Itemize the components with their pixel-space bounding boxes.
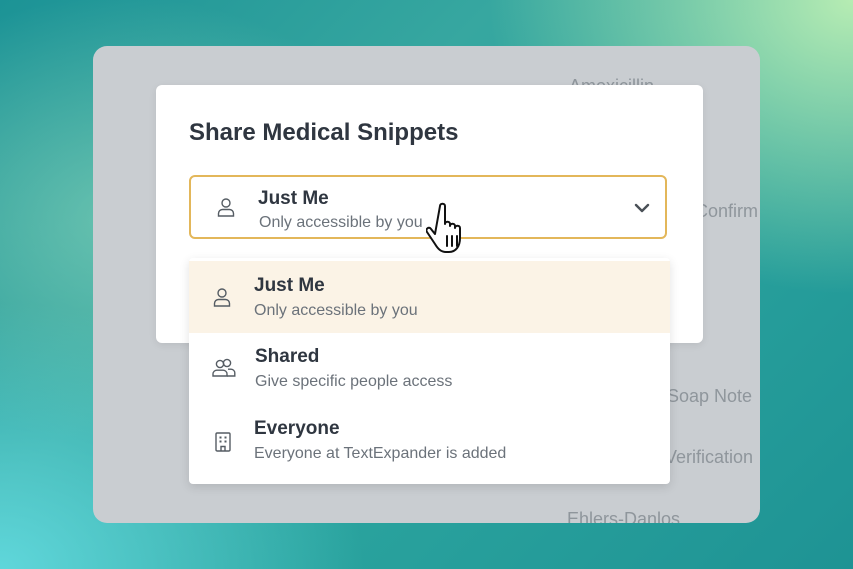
chevron-down-icon[interactable] [633,199,651,217]
background-item: Confirm [695,201,759,221]
option-description: Give specific people access [255,373,453,390]
person-icon [215,196,237,218]
person-icon [211,286,233,308]
option-description: Everyone at TextExpander is added [254,445,507,462]
sharing-dropdown: Just Me Only accessible by you Shared Gi… [189,258,670,484]
option-label: Just Me [254,275,325,296]
building-icon [212,431,234,453]
background-item: Ehlers-Danlos [567,509,681,523]
background-item: Soap Note [667,386,753,406]
selected-label: Just Me [258,188,329,209]
option-description: Only accessible by you [254,302,418,319]
modal-title: Share Medical Snippets [189,119,459,146]
option-label: Shared [255,346,320,367]
option-everyone[interactable]: Everyone Everyone at TextExpander is add… [189,406,670,478]
option-shared[interactable]: Shared Give specific people access [189,333,670,405]
option-label: Everyone [254,418,340,439]
option-just-me[interactable]: Just Me Only accessible by you [189,261,670,333]
selected-description: Only accessible by you [259,214,423,231]
background-item: Verification [665,447,754,467]
people-icon [211,357,237,379]
hand-pointer-icon [425,200,478,258]
